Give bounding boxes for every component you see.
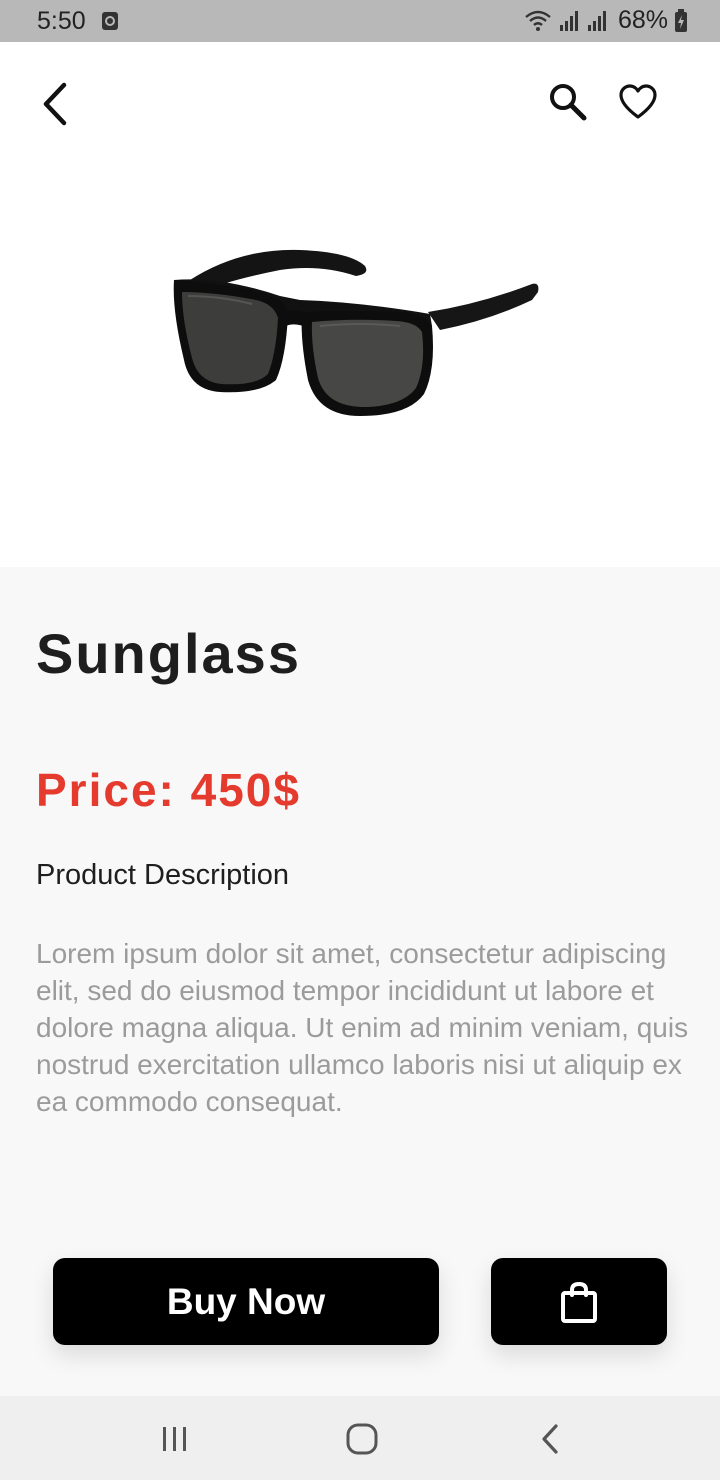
- shopping-bag-icon: [561, 1281, 597, 1323]
- system-nav-bar: [0, 1396, 720, 1480]
- add-to-bag-button[interactable]: [491, 1258, 667, 1345]
- favorite-button[interactable]: [614, 78, 662, 126]
- description-heading: Product Description: [36, 859, 290, 891]
- signal-icon: [559, 10, 578, 31]
- product-name: Sunglass: [36, 622, 301, 685]
- recents-icon[interactable]: [158, 1424, 192, 1454]
- buy-now-button[interactable]: Buy Now: [53, 1258, 439, 1345]
- status-time: 5:50: [37, 7, 86, 35]
- app-notification-icon: [102, 12, 118, 30]
- search-button[interactable]: [544, 78, 592, 126]
- battery-charging-icon: [675, 8, 687, 32]
- app-bar: [0, 42, 720, 162]
- wifi-icon: [525, 10, 551, 31]
- signal-icon-2: [587, 10, 606, 31]
- battery-percent: 68%: [617, 6, 668, 34]
- search-icon: [550, 84, 587, 121]
- nav-back-icon[interactable]: [536, 1422, 564, 1456]
- status-indicators: 68%: [524, 6, 688, 35]
- product-price: Price: 450$: [36, 764, 301, 816]
- product-description: Lorem ipsum dolor sit amet, consectetur …: [36, 938, 689, 1117]
- product-image-sunglasses: [173, 249, 539, 416]
- home-icon[interactable]: [345, 1422, 379, 1456]
- buy-now-label: Buy Now: [166, 1280, 326, 1322]
- arrow-back-icon: [43, 82, 67, 126]
- back-button[interactable]: [30, 76, 80, 132]
- heart-outline-icon: [619, 84, 657, 119]
- status-bar: 5:50 68%: [0, 0, 720, 42]
- product-details-panel: Sunglass Price: 450$ Product Description…: [0, 567, 720, 1396]
